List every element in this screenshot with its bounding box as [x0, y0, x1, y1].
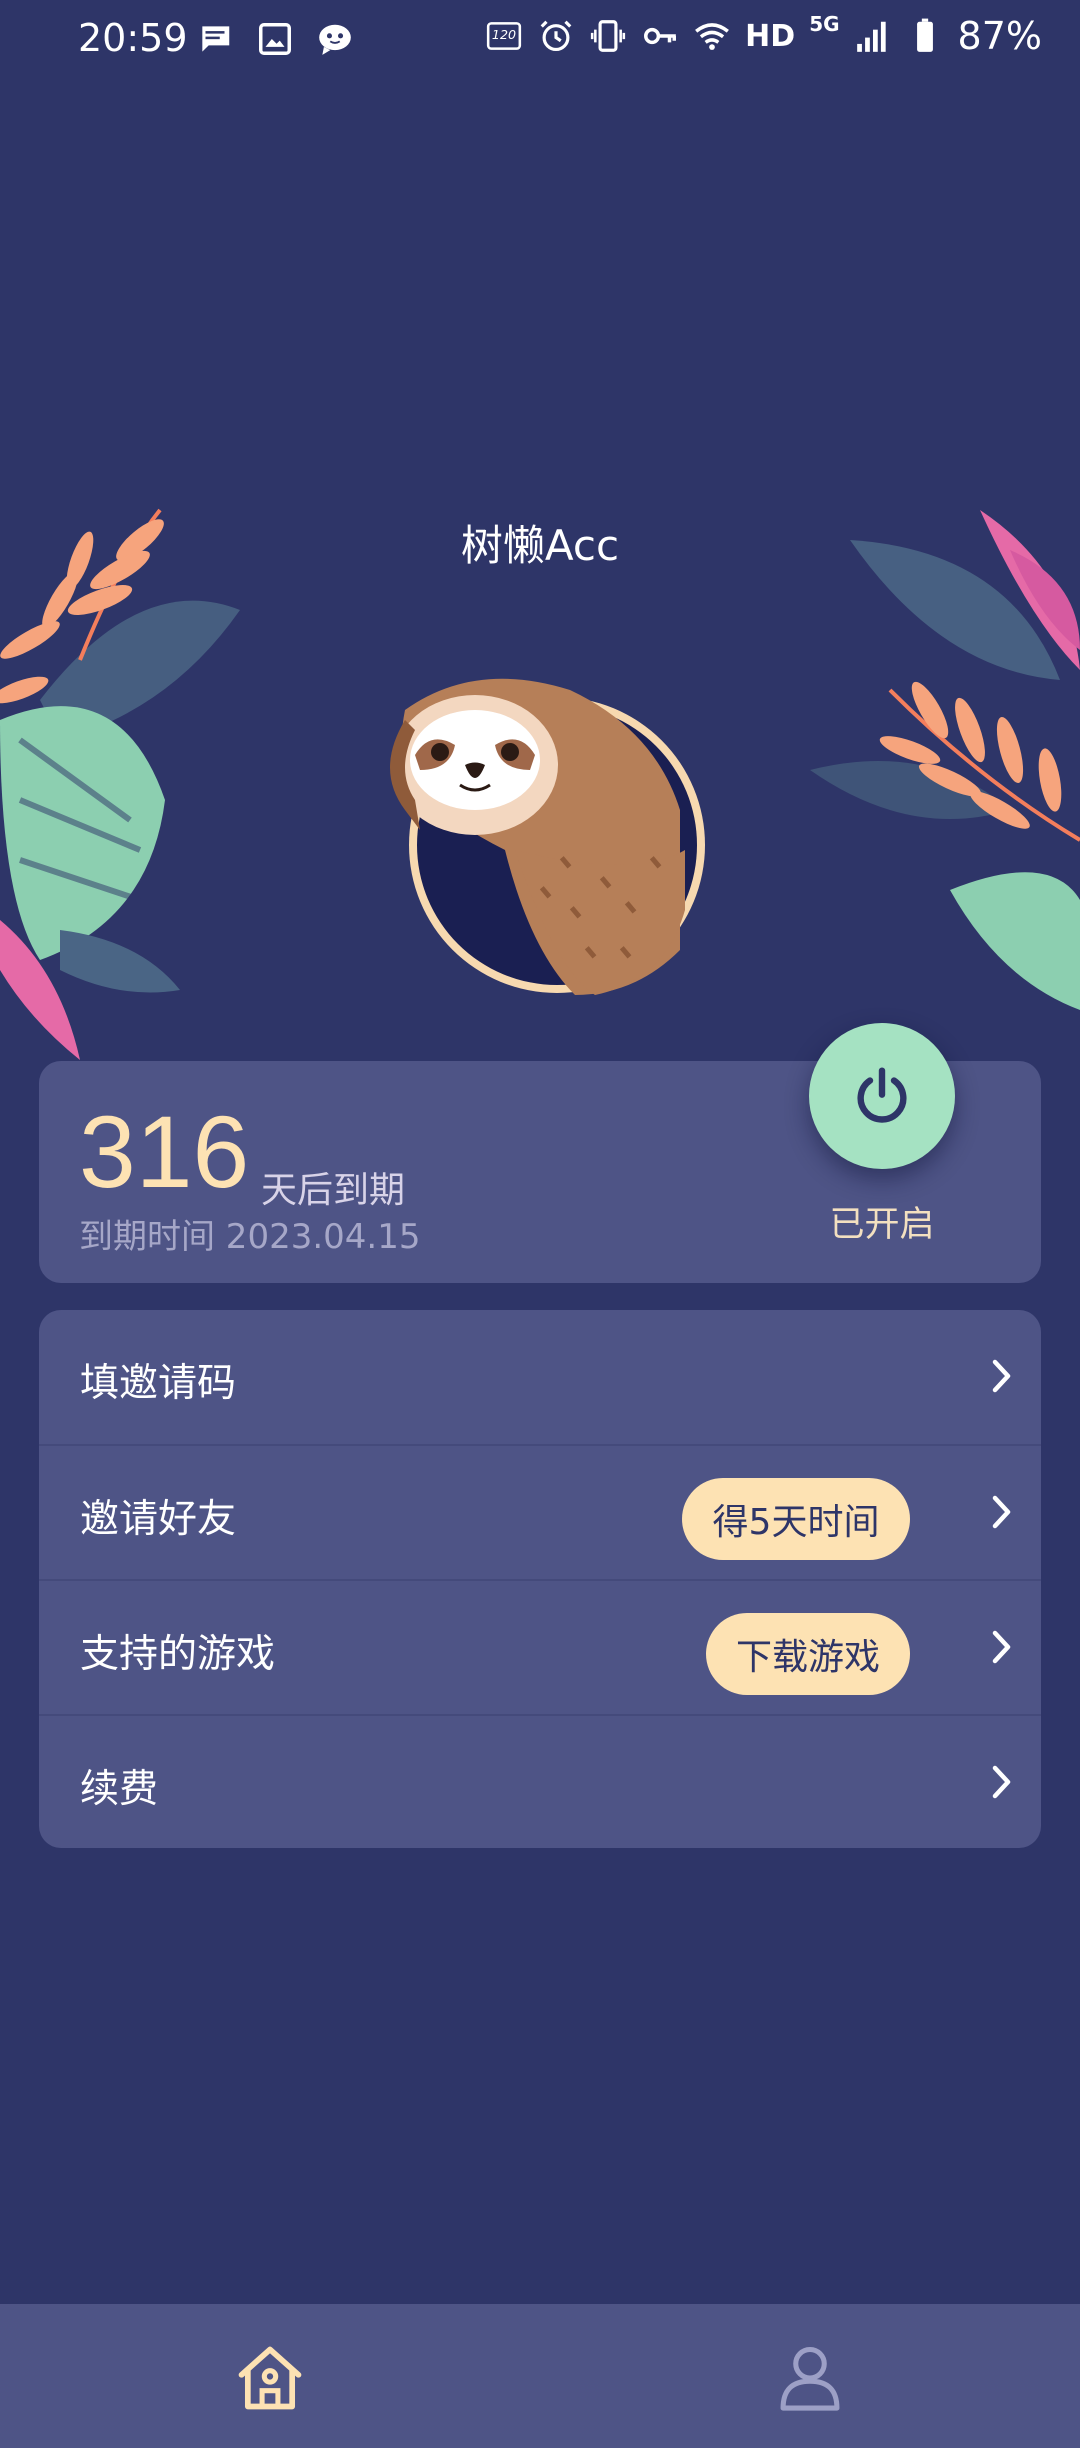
chat-bubble-icon [319, 24, 351, 55]
system-icons: 120 HD 5G 87% [485, 12, 1042, 58]
menu-item-renew[interactable]: 续费 [39, 1714, 1041, 1848]
reward-badge[interactable]: 得5天时间 [682, 1478, 910, 1560]
menu-card: 填邀请码 邀请好友 得5天时间 支持的游戏 下载游戏 续费 [39, 1310, 1041, 1848]
hd-label: HD [745, 18, 796, 54]
profile-icon[interactable] [772, 2340, 848, 2416]
battery-icon [916, 18, 933, 52]
menu-item-label: 续费 [80, 1767, 159, 1812]
leaves-decoration-right [810, 510, 1080, 1010]
chevron-right-icon [992, 1630, 1011, 1664]
bottom-nav [0, 2304, 1080, 2448]
signal-icon [856, 21, 886, 52]
network-label: 5G [809, 12, 840, 36]
vpn-key-icon [644, 27, 677, 45]
chevron-right-icon [992, 1765, 1011, 1799]
menu-item-label: 支持的游戏 [80, 1632, 276, 1677]
menu-item-invite-code[interactable]: 填邀请码 [39, 1310, 1041, 1444]
sloth-avatar-logo [390, 678, 705, 995]
home-icon[interactable] [232, 2340, 308, 2416]
power-status-label: 已开启 [829, 1205, 935, 1245]
message-icon [200, 26, 230, 52]
power-toggle-button[interactable] [809, 1023, 955, 1169]
chevron-right-icon [992, 1495, 1011, 1529]
days-suffix: 天后到期 [261, 1170, 406, 1211]
power-icon [857, 1067, 907, 1123]
refresh-rate-120hz-icon: 120 [487, 22, 522, 50]
menu-item-supported-games[interactable]: 支持的游戏 下载游戏 [39, 1579, 1041, 1715]
expire-date: 到期时间 2023.04.15 [79, 1217, 421, 1257]
alarm-icon [540, 20, 572, 52]
days-remaining: 316 [79, 1095, 250, 1209]
wifi-icon [695, 23, 730, 50]
svg-text:120: 120 [492, 27, 516, 42]
menu-item-label: 填邀请码 [80, 1361, 237, 1406]
menu-item-label: 邀请好友 [80, 1497, 237, 1542]
leaves-decoration-left [0, 508, 240, 1060]
menu-item-invite-friends[interactable]: 邀请好友 得5天时间 [39, 1444, 1041, 1580]
download-games-button[interactable]: 下载游戏 [706, 1613, 910, 1695]
notification-icons [196, 20, 354, 58]
battery-percent: 87% [957, 14, 1042, 58]
vibrate-icon [591, 20, 626, 52]
status-bar: 20:59 120 HD 5G 87% [0, 0, 1080, 80]
image-icon [259, 23, 291, 55]
chevron-right-icon [992, 1359, 1011, 1393]
status-time: 20:59 [78, 16, 188, 60]
